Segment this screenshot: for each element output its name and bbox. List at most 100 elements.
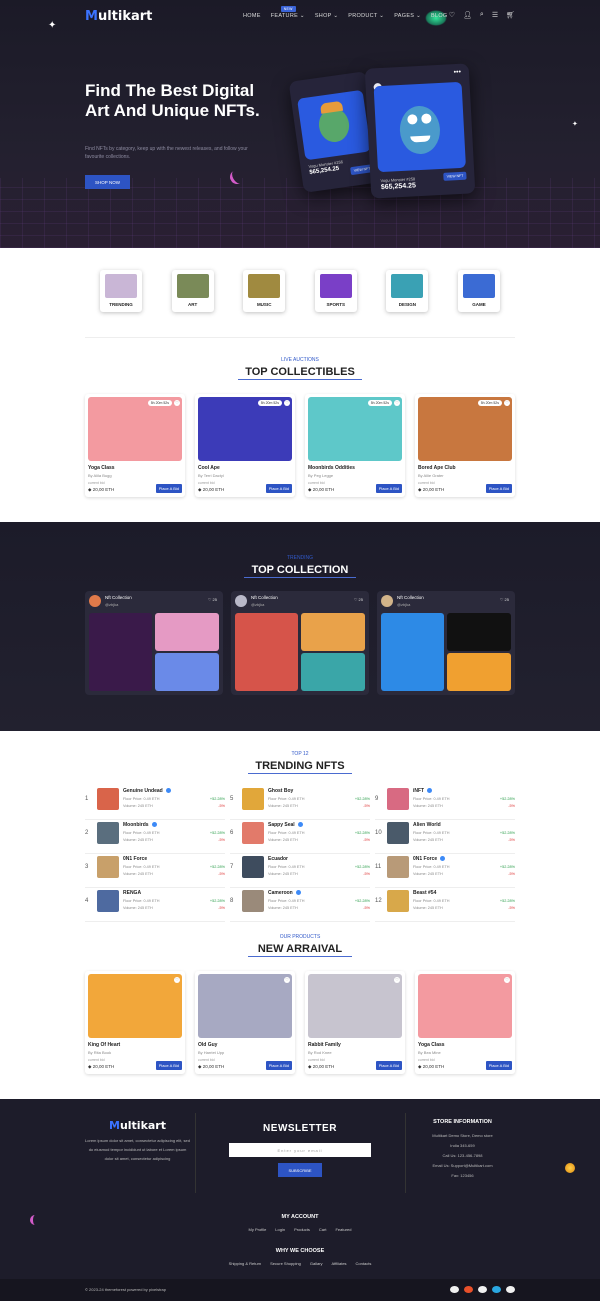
product-card[interactable]: ♡ Yoga Class By Bea Mine current bid ◆ 2… [415,971,515,1074]
product-image: 5h 20m 52s ♡ [308,397,402,461]
heart-icon[interactable]: ♡ [174,977,180,983]
place-bid-button[interactable]: Place A Bid [375,1061,402,1070]
heart-icon[interactable]: ♡ [504,977,510,983]
place-bid-button[interactable]: Place A Bid [155,1061,182,1070]
avatar [97,788,119,810]
heart-icon[interactable]: ♡ [174,400,180,406]
collection-card[interactable]: Nft Collection @zbjka ♡ 25 [377,591,515,695]
copyright: © 2023-24 themeforest powered by pixelst… [85,1287,166,1292]
verified-icon [151,822,157,828]
category-game[interactable]: GAME [457,270,500,312]
title-underline [248,773,352,774]
link-contacts[interactable]: Contacts [356,1261,372,1266]
link-gallary[interactable]: Gallary [310,1261,323,1266]
trending-row[interactable]: 1 Genuine Undead Floor Price: 0.49 ETH Volu… [85,786,225,820]
place-bid-button[interactable]: Place A Bid [485,484,512,493]
subscribe-button[interactable]: SUBSCRIBE [278,1163,322,1177]
cart-icon[interactable]: 🛒︎ [506,11,515,19]
trending-row[interactable]: 4 RENGA Floor Price: 0.49 ETH Volume: 245 E… [85,888,225,922]
more-icon[interactable]: ••• [453,69,461,76]
category-sports[interactable]: SPORTS [314,270,357,312]
category-music[interactable]: MUSIC [243,270,286,312]
collection-card[interactable]: Nft Collection @zbjka ♡ 25 [85,591,223,695]
link-cart[interactable]: Cart [319,1227,327,1232]
section-title: NEW ARRAIVAL [257,943,343,955]
link-featured[interactable]: Featured [335,1227,351,1232]
nav-pages[interactable]: PAGES ⌄ [394,13,421,19]
trending-row[interactable]: 9 iNFT Floor Price: 0.49 ETH Volume: 245 ET… [375,786,515,820]
payment-icons [450,1286,515,1293]
collection-card[interactable]: Nft Collection @zbjka ♡ 25 [231,591,369,695]
view-nft-button[interactable]: VIEW NFT [443,171,467,181]
link-shipping[interactable]: Shipping & Return [229,1261,261,1266]
place-bid-button[interactable]: Place A Bid [155,484,182,493]
newsletter: NEWSLETTER Enter your email SUBSCRIBE [220,1123,380,1177]
timer-badge: 5h 20m 52s [367,400,392,406]
link-affiliates[interactable]: Affiliates [332,1261,347,1266]
link-my-profile[interactable]: My Profile [249,1227,267,1232]
category-trending[interactable]: TRENDING [100,270,142,312]
product-card[interactable]: 5h 20m 52s ♡ Moonbirds Oddities By Peg Le… [305,394,405,497]
heart-icon[interactable]: ♡ [394,400,400,406]
place-bid-button[interactable]: Place A Bid [375,484,402,493]
mastercard-icon [464,1286,473,1293]
product-card[interactable]: 5h 20m 52s ♡ Bored Ape Club By Allie Grat… [415,394,515,497]
heart-icon[interactable]: ♡ [284,400,290,406]
trending-row[interactable]: 11 0N1 Force Floor Price: 0.49 ETH Volume: … [375,854,515,888]
link-secure[interactable]: Secure Shopping [270,1261,301,1266]
nav-shop[interactable]: SHOP ⌄ [315,13,338,19]
nav-feature[interactable]: FEATURE ⌄ NEW [271,6,305,19]
collectibles-list: 5h 20m 52s ♡ Yoga Class By Alila Bugg cur… [85,394,515,497]
logo[interactable]: Multikart [85,9,152,24]
trending-row[interactable]: 8 Cameroon Floor Price: 0.49 ETH Volume: 24… [230,888,370,922]
nav-product[interactable]: PRODUCT ⌄ [348,13,384,19]
heart-icon[interactable]: ♡ [394,977,400,983]
trending-row[interactable]: 12 Beast #54 Floor Price: 0.49 ETH Volume: … [375,888,515,922]
search-icon[interactable]: ⌕ [480,11,484,19]
email-input[interactable]: Enter your email [229,1143,371,1157]
product-card[interactable]: ♡ Rabbit Family By Rod Knee current bid … [305,971,405,1074]
heart-icon[interactable]: ♡ [284,977,290,983]
collection-image [301,653,365,691]
collection-image [447,653,511,691]
product-image: 5h 20m 52s ♡ [418,397,512,461]
trending-row[interactable]: 7 Ecuador Floor Price: 0.49 ETH Volume: 245… [230,854,370,888]
likes[interactable]: ♡ 25 [354,597,363,602]
heart-icon[interactable]: ♡ [449,11,455,19]
divider [85,337,515,338]
place-bid-button[interactable]: Place A Bid [265,484,292,493]
section-eyebrow: TRENDING [286,555,314,561]
likes[interactable]: ♡ 25 [500,597,509,602]
place-bid-button[interactable]: Place A Bid [485,1061,512,1070]
link-products[interactable]: Products [294,1227,310,1232]
heart-icon[interactable]: ♡ [504,400,510,406]
trending-row[interactable]: 5 Ghost Boy Floor Price: 0.49 ETH Volume: 2… [230,786,370,820]
title-underline [244,577,356,578]
category-art[interactable]: ART [171,270,214,312]
trending-row[interactable]: 10 Alien World Floor Price: 0.49 ETH Volume… [375,820,515,854]
user-icon[interactable]: 👤︎ [463,11,472,19]
verified-icon [297,822,303,828]
product-card[interactable]: ♡ King Of Heart By Rita Book current bid… [85,971,185,1074]
trending-row[interactable]: 2 Moonbirds Floor Price: 0.49 ETH Volume: 2… [85,820,225,854]
category-design[interactable]: DESIGN [386,270,429,312]
avatar [242,890,264,912]
nav-home[interactable]: HOME [243,13,261,19]
shop-now-button[interactable]: SHOP NOW [85,175,130,189]
footer-logo[interactable]: Multikart [85,1119,190,1132]
link-login[interactable]: Login [275,1227,285,1232]
place-bid-button[interactable]: Place A Bid [265,1061,292,1070]
settings-icon[interactable]: ☰ [492,11,498,19]
nav-blog[interactable]: BLOG [431,13,447,19]
nav-icons: ♡ 👤︎ ⌕ ☰ 🛒︎ [449,11,515,19]
product-card[interactable]: 5h 20m 52s ♡ Cool Ape By Terri Dactyl cur… [195,394,295,497]
likes[interactable]: ♡ 25 [208,597,217,602]
product-card[interactable]: ♡ Old Guy By Harriet Upp current bid ◆ 2… [195,971,295,1074]
product-card[interactable]: 5h 20m 52s ♡ Yoga Class By Alila Bugg cur… [85,394,185,497]
nft-card-front[interactable]: ••• Vogu Monster #258 $65,254.25 VIEW NF… [364,63,476,199]
timer-badge: 5h 20m 52s [257,400,282,406]
trending-row[interactable]: 3 0N1 Force Floor Price: 0.49 ETH Volume: 2… [85,854,225,888]
trending-row[interactable]: 6 Sappy Seal Floor Price: 0.49 ETH Volume: … [230,820,370,854]
avatar [235,595,247,607]
category-image [248,274,281,298]
